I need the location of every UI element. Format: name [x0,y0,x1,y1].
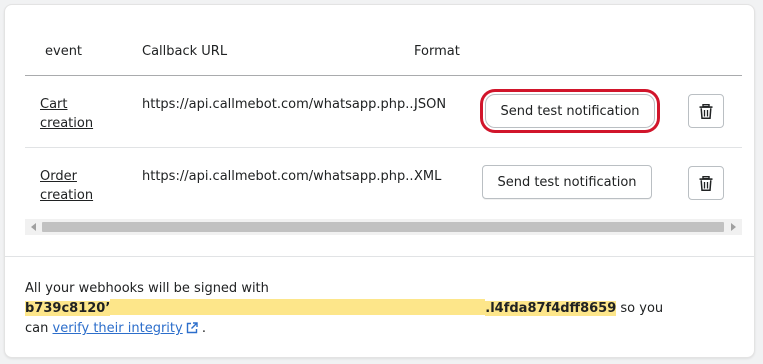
format-value: XML [414,169,442,184]
event-name-line1: Cart [40,97,68,112]
event-link-order-creation[interactable]: Order creation [40,167,93,205]
event-link-cart-creation[interactable]: Cart creation [40,95,93,133]
header-divider [25,75,742,76]
trash-icon [699,175,713,191]
signature-notice: All your webhooks will be signed with b7… [25,279,735,339]
row-divider [25,147,742,148]
send-test-notification-button[interactable]: Send test notification [485,94,655,128]
footer-divider [5,256,754,257]
signature-so-you-text: so you [616,301,664,316]
event-name-line1: Order [40,169,77,184]
header-callback-url: Callback URL [142,44,228,59]
signature-intro-text: All your webhooks will be signed with [25,281,269,296]
event-name-line2: creation [40,116,94,131]
delete-webhook-button[interactable] [688,166,724,200]
webhooks-table: event Callback URL Format Cart creation … [25,5,742,241]
scroll-left-arrow-icon[interactable] [31,223,36,231]
verify-integrity-link[interactable]: verify their integrity [53,321,183,336]
signing-key-start: b739c8120’ [25,301,111,316]
event-name-line2: creation [40,188,94,203]
callback-url: https://api.callmebot.com/whatsapp.php..… [142,169,418,184]
horizontal-scrollbar[interactable] [25,219,742,235]
signing-key-redacted [110,299,486,315]
trash-icon [699,103,713,119]
scroll-right-arrow-icon[interactable] [731,223,736,231]
format-value: JSON [414,97,447,112]
webhooks-card: event Callback URL Format Cart creation … [4,4,755,358]
header-format: Format [414,44,460,59]
callback-url: https://api.callmebot.com/whatsapp.php..… [142,97,418,112]
header-event: event [45,44,83,59]
delete-webhook-button[interactable] [688,94,724,128]
signature-can-text: can [25,321,53,336]
scrollbar-thumb[interactable] [42,222,724,232]
signing-key-end: .l4fda87f4dff8659 [485,301,617,316]
external-link-icon[interactable] [186,322,198,334]
send-test-notification-button[interactable]: Send test notification [482,165,652,199]
signature-period: . [197,321,206,336]
